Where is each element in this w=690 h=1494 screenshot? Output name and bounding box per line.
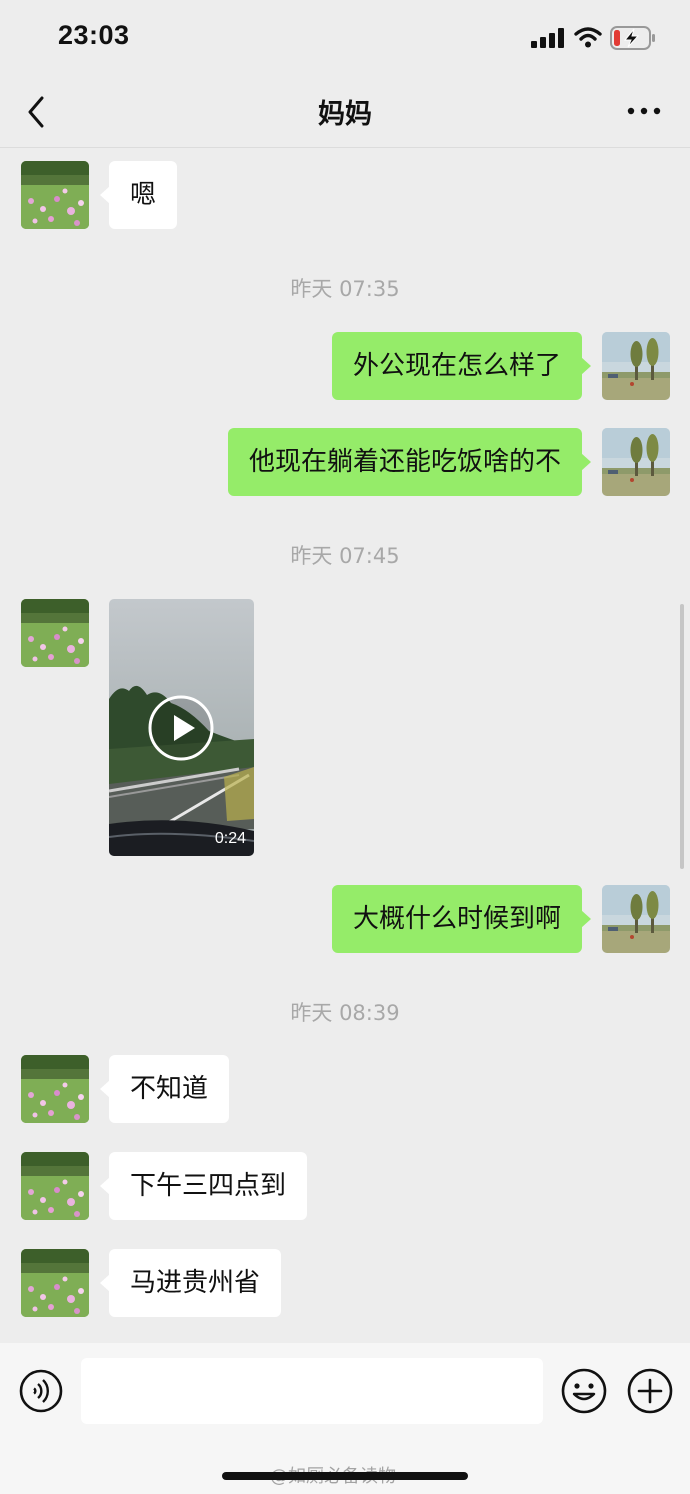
nav-bar: 妈妈 bbox=[0, 80, 690, 148]
contact-avatar[interactable] bbox=[21, 1249, 89, 1317]
timestamp: 昨天 07:45 bbox=[290, 544, 400, 568]
contact-avatar[interactable] bbox=[21, 161, 89, 229]
my-avatar[interactable] bbox=[602, 885, 670, 953]
scrollbar[interactable] bbox=[680, 604, 684, 869]
message-bubble-outgoing[interactable]: 他现在躺着还能吃饭啥的不 bbox=[227, 428, 592, 496]
timestamp: 昨天 07:35 bbox=[290, 277, 400, 301]
timestamp: 昨天 08:39 bbox=[290, 1001, 400, 1025]
input-bar: @如厕必备读物 bbox=[0, 1343, 690, 1494]
voice-icon[interactable] bbox=[19, 1369, 63, 1413]
message-bubble-incoming[interactable]: 马进贵州省 bbox=[99, 1249, 282, 1317]
plus-icon[interactable] bbox=[627, 1368, 673, 1414]
contact-avatar[interactable] bbox=[21, 599, 89, 667]
message-bubble-outgoing[interactable]: 大概什么时候到啊 bbox=[331, 885, 592, 953]
chat-area[interactable]: 嗯 昨天 07:35 外公现在怎么样了 他现在躺着还能吃饭啥的不 昨天 07:4… bbox=[0, 149, 690, 1343]
contact-avatar[interactable] bbox=[21, 1055, 89, 1123]
message-bubble-incoming[interactable]: 嗯 bbox=[99, 161, 178, 229]
more-icon[interactable] bbox=[624, 96, 664, 126]
home-indicator[interactable] bbox=[222, 1472, 468, 1480]
video-message[interactable]: 0:24 bbox=[109, 599, 254, 856]
message-bubble-outgoing[interactable]: 外公现在怎么样了 bbox=[331, 332, 592, 400]
signal-icon bbox=[531, 28, 564, 48]
contact-avatar[interactable] bbox=[21, 1152, 89, 1220]
status-time: 23:03 bbox=[58, 20, 130, 50]
message-bubble-incoming[interactable]: 下午三四点到 bbox=[99, 1152, 308, 1220]
my-avatar[interactable] bbox=[602, 428, 670, 496]
my-avatar[interactable] bbox=[602, 332, 670, 400]
status-bar: 23:03 bbox=[0, 0, 690, 80]
message-input[interactable] bbox=[81, 1358, 543, 1424]
play-icon[interactable] bbox=[148, 695, 214, 761]
wifi-icon bbox=[574, 27, 602, 48]
battery-icon bbox=[610, 26, 655, 50]
emoji-icon[interactable] bbox=[561, 1368, 607, 1414]
message-bubble-incoming[interactable]: 不知道 bbox=[99, 1055, 230, 1123]
chat-title: 妈妈 bbox=[318, 99, 372, 130]
video-duration: 0:24 bbox=[214, 830, 246, 847]
